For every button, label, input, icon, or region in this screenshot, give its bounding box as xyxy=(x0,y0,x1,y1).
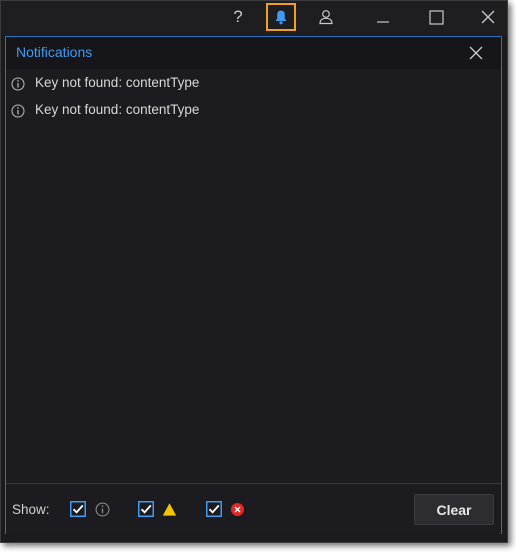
list-item[interactable]: Key not found: contentType xyxy=(6,70,501,97)
warning-icon xyxy=(162,503,177,516)
help-button[interactable]: ? xyxy=(223,3,253,31)
window-close-button[interactable] xyxy=(473,3,503,31)
notification-list: Key not found: contentType Key not found… xyxy=(6,70,501,124)
panel-footer: Show: Clear xyxy=(6,483,501,534)
close-icon xyxy=(469,46,483,60)
clear-button[interactable]: Clear xyxy=(414,494,494,525)
info-icon xyxy=(11,77,25,91)
notification-message: Key not found: contentType xyxy=(35,102,200,117)
title-bar: ? xyxy=(1,1,507,35)
minimize-button[interactable] xyxy=(368,3,398,31)
notifications-window: ? Notifications Key not found: contentTy… xyxy=(0,0,508,543)
bell-icon xyxy=(275,10,287,25)
user-button[interactable] xyxy=(311,3,341,31)
info-icon xyxy=(11,104,25,118)
list-item[interactable]: Key not found: contentType xyxy=(6,97,501,124)
close-icon xyxy=(481,10,495,24)
help-icon: ? xyxy=(233,7,243,26)
notification-message: Key not found: contentType xyxy=(35,75,200,90)
warning-filter-checkbox[interactable] xyxy=(138,501,154,517)
show-label: Show: xyxy=(12,502,50,517)
info-icon xyxy=(95,502,110,517)
error-icon xyxy=(231,503,244,516)
panel-header: Notifications xyxy=(6,37,501,69)
panel-close-button[interactable] xyxy=(464,41,488,65)
error-filter-checkbox[interactable] xyxy=(206,501,222,517)
maximize-button[interactable] xyxy=(421,3,451,31)
minimize-icon xyxy=(377,21,389,23)
user-icon xyxy=(319,10,333,25)
panel-title: Notifications xyxy=(16,44,93,60)
notifications-panel: Notifications Key not found: contentType xyxy=(5,36,502,534)
maximize-icon xyxy=(428,9,444,25)
info-filter-checkbox[interactable] xyxy=(70,501,86,517)
notifications-button[interactable] xyxy=(266,3,296,31)
